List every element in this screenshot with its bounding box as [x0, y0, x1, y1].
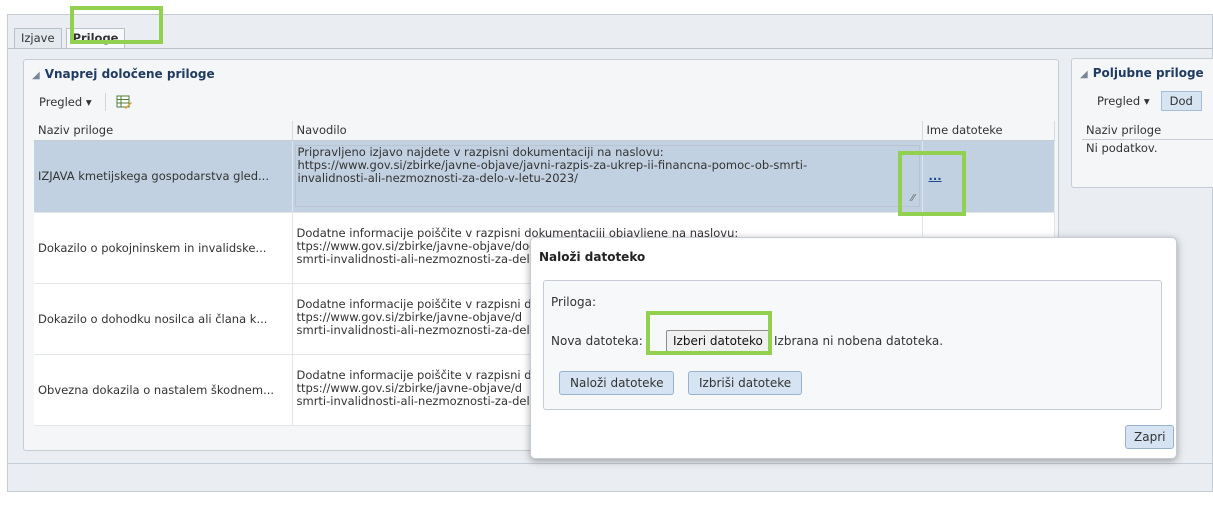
- toolbar: Pregled ▾ Dod: [1090, 89, 1202, 113]
- bottom-divider: [8, 463, 1212, 464]
- chevron-down-icon: ▾: [85, 95, 92, 109]
- column-header-name[interactable]: Naziv priloge: [34, 121, 293, 141]
- attachment-name: Obvezna dokazila o nastalem škodnem...: [34, 354, 293, 426]
- panel-title: Poljubne priloge: [1092, 66, 1204, 80]
- view-menu-label: Pregled: [39, 95, 83, 109]
- new-file-label: Nova datoteka:: [551, 334, 643, 348]
- panel-title: Vnaprej določene priloge: [44, 67, 215, 81]
- tab-divider: [8, 48, 1212, 49]
- file-cell: ...: [922, 140, 1055, 213]
- delete-files-button[interactable]: Izbriši datoteke: [688, 371, 803, 395]
- column-header-name[interactable]: Naziv priloge: [1082, 121, 1213, 140]
- attachment-name: IZJAVA kmetijskega gospodarstva gled...: [34, 140, 293, 213]
- empty-message: Ni podatkov.: [1086, 141, 1158, 155]
- upload-files-button[interactable]: Naloži datoteke: [559, 371, 675, 395]
- choose-file-button[interactable]: Izberi datoteko: [666, 330, 770, 352]
- chevron-down-icon: ▾: [1143, 94, 1150, 108]
- view-menu-button[interactable]: Pregled ▾: [32, 91, 99, 113]
- tab-izjave[interactable]: Izjave: [14, 28, 62, 48]
- dialog-body: Priloga: Nova datoteka: Izberi datoteko …: [543, 280, 1162, 410]
- dialog-title: Naloži datoteko: [539, 250, 646, 264]
- column-header-file[interactable]: Ime datoteke: [922, 121, 1055, 141]
- instructions-cell: Pripravljeno izjavo najdete v razpisni d…: [292, 140, 923, 213]
- attachment-label: Priloga:: [551, 295, 596, 309]
- toolbar-separator: [104, 93, 106, 111]
- table-row[interactable]: IZJAVA kmetijskega gospodarstva gled... …: [34, 140, 1055, 213]
- browse-file-link[interactable]: ...: [929, 169, 942, 183]
- view-menu-label: Pregled: [1097, 94, 1141, 108]
- instructions-textarea[interactable]: Pripravljeno izjavo najdete v razpisni d…: [294, 145, 920, 207]
- view-menu-button[interactable]: Pregled ▾: [1090, 90, 1157, 112]
- add-attachment-button[interactable]: Dod: [1160, 91, 1202, 111]
- toolbar: Pregled ▾: [32, 90, 132, 114]
- tab-bar: Izjave Priloge: [14, 28, 126, 48]
- no-file-selected-text: Izbrana ni nobena datoteka.: [774, 334, 944, 348]
- resize-handle-icon[interactable]: ⁄⁄: [911, 193, 914, 204]
- optional-attachments-panel: ◢ Poljubne priloge Pregled ▾ Dod Naziv pr…: [1071, 58, 1213, 188]
- close-button[interactable]: Zapri: [1125, 425, 1175, 449]
- collapse-triangle-icon[interactable]: ◢: [1080, 69, 1088, 80]
- attachment-name: Dokazilo o dohodku nosilca ali člana k..…: [34, 283, 293, 355]
- attachment-name: Dokazilo o pokojninskem in invalidske...: [34, 212, 293, 284]
- upload-file-dialog: Naloži datoteko Priloga: Nova datoteka: …: [530, 237, 1177, 459]
- edit-table-icon[interactable]: [116, 95, 132, 109]
- tab-priloge[interactable]: Priloge: [65, 28, 126, 48]
- instructions-text: Pripravljeno izjavo najdete v razpisni d…: [297, 146, 808, 185]
- collapse-triangle-icon[interactable]: ◢: [32, 70, 40, 81]
- column-header-instructions[interactable]: Navodilo: [292, 121, 923, 141]
